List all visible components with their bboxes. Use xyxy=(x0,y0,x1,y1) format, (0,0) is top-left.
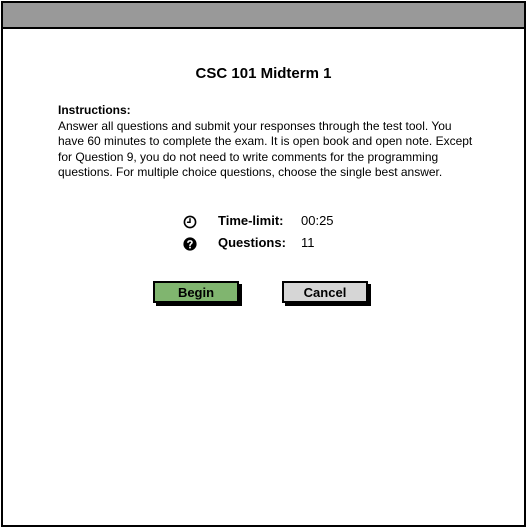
instructions-text: Answer all questions and submit your res… xyxy=(58,118,473,180)
instructions-heading: Instructions: xyxy=(58,103,131,117)
begin-button[interactable]: Begin xyxy=(153,281,239,303)
exam-window: CSC 101 Midterm 1 Instructions: Answer a… xyxy=(1,1,526,527)
question-circle-icon xyxy=(183,237,197,251)
questions-label: Questions: xyxy=(218,235,286,250)
questions-value: 11 xyxy=(301,235,315,250)
cancel-button[interactable]: Cancel xyxy=(282,281,368,303)
time-limit-value: 00:25 xyxy=(301,213,334,228)
time-limit-label: Time-limit: xyxy=(218,213,284,228)
instructions-block: Instructions: Answer all questions and s… xyxy=(58,103,473,181)
clock-icon xyxy=(183,215,197,229)
page-title: CSC 101 Midterm 1 xyxy=(195,65,332,82)
window-titlebar xyxy=(3,3,524,29)
